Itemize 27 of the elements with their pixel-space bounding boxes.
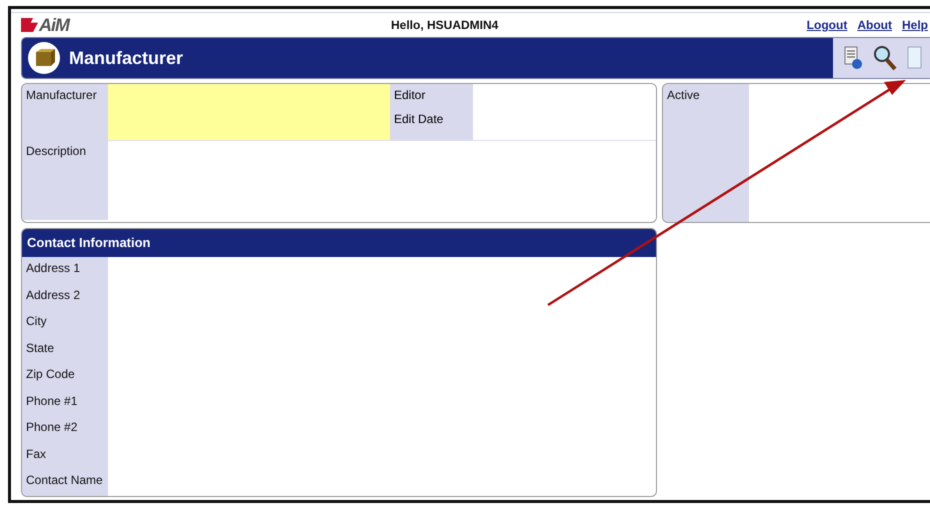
- greeting: Hello, HSUADMIN4: [391, 18, 500, 32]
- blank-page-icon[interactable]: [907, 46, 923, 70]
- description-field[interactable]: [108, 140, 656, 220]
- search-icon[interactable]: [873, 45, 897, 71]
- field-label: Phone #2: [22, 416, 108, 442]
- field-label: Phone #1: [22, 390, 108, 416]
- box-icon: [27, 41, 61, 75]
- field-label: City: [22, 310, 108, 336]
- field-label: Address 2: [22, 284, 108, 310]
- section-header: Contact Information: [22, 229, 656, 257]
- field-label: State: [22, 336, 108, 363]
- page-title: Manufacturer: [69, 48, 184, 68]
- report-help-icon[interactable]: [843, 46, 863, 70]
- manufacturer-field[interactable]: [108, 84, 390, 140]
- logo: AiM: [39, 14, 69, 36]
- field-label: Address 1: [22, 257, 108, 284]
- field-label: Zip Code: [22, 363, 108, 390]
- header-link[interactable]: Help: [902, 18, 928, 32]
- field-label: Edit Date: [394, 112, 444, 126]
- header-link[interactable]: Logout: [806, 18, 848, 32]
- field-label: Description: [22, 140, 108, 220]
- field-label: Contact Name: [22, 469, 108, 496]
- field-label: Editor: [394, 88, 426, 102]
- header-link[interactable]: About: [857, 18, 892, 32]
- field-label: Fax: [22, 442, 108, 469]
- field-label: Active: [663, 84, 749, 222]
- field-label: Manufacturer: [22, 84, 108, 140]
